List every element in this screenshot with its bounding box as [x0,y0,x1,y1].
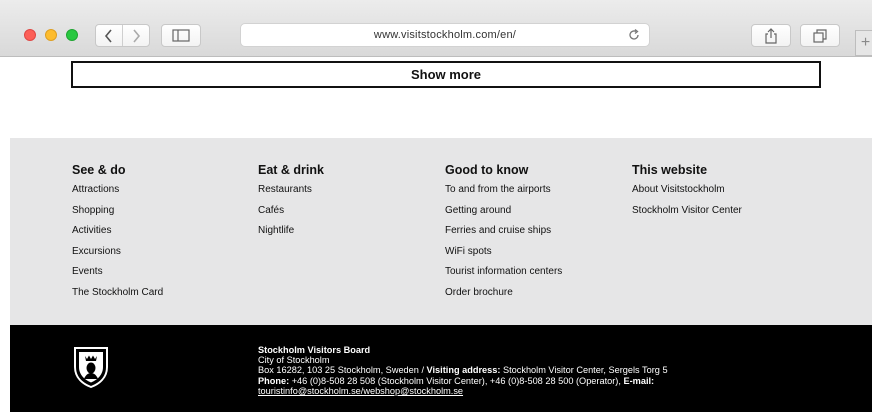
footer-column-good-to-know: Good to know To and from the airports Ge… [445,163,562,307]
footer-link[interactable]: Activities [72,224,163,245]
url-text: www.visitstockholm.com/en/ [373,29,517,41]
chevron-left-icon [105,28,112,43]
footer-link[interactable]: To and from the airports [445,183,562,204]
sidebar-icon [172,29,190,42]
visiting-address-value: Stockholm Visitor Center, Sergels Torg 5 [500,365,668,376]
footer-link[interactable]: Shopping [72,204,163,225]
footer-link[interactable]: Cafés [258,204,324,225]
new-tab-button[interactable]: + [855,30,872,56]
share-icon [765,27,777,44]
reload-icon[interactable] [627,28,641,42]
board-city: City of Stockholm [258,355,330,366]
show-tabs-button[interactable] [800,24,840,47]
visiting-address-label: Visiting address: [426,365,501,376]
phone-value: +46 (0)8-508 28 508 (Stockholm Visitor C… [289,375,624,386]
footer-link[interactable]: The Stockholm Card [72,286,163,307]
show-more-button[interactable]: Show more [71,61,821,88]
board-name: Stockholm Visitors Board [258,345,371,355]
email-label: E-mail: [623,375,655,386]
zoom-window-button[interactable] [66,29,78,41]
footer-link[interactable]: About Visitstockholm [632,183,742,204]
tabs-overview-icon [813,28,827,43]
footer-link[interactable]: Nightlife [258,224,324,245]
back-button[interactable] [96,25,122,46]
footer-links-section: See & do Attractions Shopping Activities… [10,138,872,325]
footer-link[interactable]: WiFi spots [445,245,562,266]
forward-button[interactable] [122,25,149,46]
footer-link[interactable]: Excursions [72,245,163,266]
board-postal: Box 16282, 103 25 Stockholm, Sweden / [258,365,427,376]
footer-link[interactable]: Events [72,265,163,286]
email-link[interactable]: touristinfo@stockholm.se/webshop@stockho… [258,386,463,396]
column-heading: This website [632,163,708,177]
plus-icon: + [860,34,871,51]
footer-link[interactable]: Getting around [445,204,562,225]
stockholm-crest-icon [74,347,108,389]
browser-toolbar: www.visitstockholm.com/en/ + [0,0,872,57]
column-heading: See & do [72,163,126,177]
address-bar[interactable]: www.visitstockholm.com/en/ [240,23,650,47]
footer-link[interactable]: Restaurants [258,183,324,204]
board-address-line: Box 16282, 103 25 Stockholm, Sweden / Vi… [258,365,668,375]
minimize-window-button[interactable] [45,29,57,41]
close-window-button[interactable] [24,29,36,41]
sidebar-toggle-button[interactable] [161,24,201,47]
footer-link[interactable]: Attractions [72,183,163,204]
footer-link[interactable]: Order brochure [445,286,562,307]
footer-link[interactable]: Tourist information centers [445,265,562,286]
chevron-right-icon [133,28,141,43]
back-forward-group [95,24,150,47]
board-email-line: touristinfo@stockholm.se/webshop@stockho… [258,386,668,396]
board-phone-line: Phone: +46 (0)8-508 28 508 (Stockholm Vi… [258,376,668,386]
footer-link[interactable]: Ferries and cruise ships [445,224,562,245]
phone-label: Phone: [258,375,290,386]
visitors-board-info: Stockholm Visitors Board City of Stockho… [258,345,668,396]
column-heading: Good to know [445,163,529,177]
share-button[interactable] [751,24,791,47]
footer-column-eat-drink: Eat & drink Restaurants Cafés Nightlife [258,163,324,245]
footer-link[interactable]: Stockholm Visitor Center [632,204,742,225]
footer-contact-section: Stockholm Visitors Board City of Stockho… [10,325,872,412]
column-heading: Eat & drink [258,163,324,177]
footer-column-this-website: This website About Visitstockholm Stockh… [632,163,742,224]
footer-column-see-do: See & do Attractions Shopping Activities… [72,163,163,307]
